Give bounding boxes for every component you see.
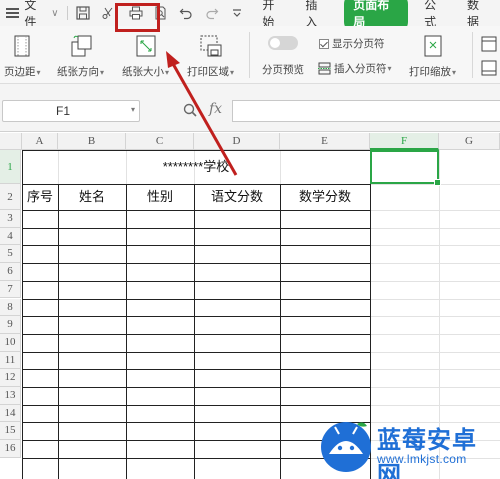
column-header-d[interactable]: D <box>194 133 280 150</box>
header-cell-math-score[interactable]: 数学分数 <box>280 184 370 210</box>
row-header[interactable]: 6 <box>0 263 21 281</box>
table-border <box>22 263 370 265</box>
print-area-button[interactable]: 打印区域▾ <box>187 34 234 79</box>
header-cell-name[interactable]: 姓名 <box>58 184 126 210</box>
row-header[interactable]: 9 <box>0 316 21 334</box>
menu-separator <box>66 6 68 20</box>
row-header[interactable]: 8 <box>0 298 21 317</box>
save-icon[interactable] <box>76 5 91 21</box>
undo-icon[interactable] <box>179 5 194 21</box>
row-header[interactable]: 15 <box>0 422 21 441</box>
more-dropdown-icon[interactable] <box>229 5 244 21</box>
column-header-a[interactable]: A <box>22 133 58 150</box>
orientation-icon <box>71 35 91 57</box>
scissors-icon[interactable] <box>101 5 116 21</box>
row-header[interactable]: 2 <box>0 184 21 210</box>
show-page-breaks-checkbox[interactable]: 显示分页符 <box>319 36 385 51</box>
table-border <box>22 387 370 388</box>
print-titles-icon[interactable] <box>481 36 497 52</box>
table-border <box>22 245 370 247</box>
paper-size-icon <box>136 35 155 57</box>
row-header[interactable]: 4 <box>0 227 21 246</box>
row-header[interactable]: 5 <box>0 245 21 264</box>
paper-size-label: 纸张大小 <box>122 66 164 78</box>
row-header[interactable]: 7 <box>0 280 21 299</box>
ribbon-separator <box>472 32 473 78</box>
select-all-corner[interactable] <box>0 133 22 150</box>
formula-input[interactable] <box>232 100 500 122</box>
margins-button[interactable]: 页边距▾ <box>4 34 41 79</box>
page-break-preview-toggle[interactable] <box>268 36 298 50</box>
checkbox-checked-icon[interactable] <box>319 38 329 49</box>
table-border <box>22 404 370 406</box>
name-box[interactable]: F1 ▾ <box>2 100 140 122</box>
formula-bar: F1 ▾ fx <box>0 84 500 132</box>
header-cell-gender[interactable]: 性别 <box>126 184 194 210</box>
print-scale-label: 打印缩放 <box>409 66 451 78</box>
print-area-label: 打印区域 <box>187 66 229 78</box>
table-border <box>22 316 370 318</box>
column-header-b[interactable]: B <box>58 133 126 150</box>
table-border <box>22 210 370 211</box>
margins-label: 页边距 <box>4 66 36 78</box>
annotation-highlight-box <box>115 3 160 32</box>
menu-bar: 文件 ∨ 开始 插入 页面布局 公式 数据 <box>0 0 500 33</box>
table-border <box>22 351 370 353</box>
name-box-dropdown-icon[interactable]: ▾ <box>131 105 135 114</box>
page-break-preview-label: 分页预览 <box>262 64 304 76</box>
print-scale-icon <box>424 35 441 57</box>
zoom-icon[interactable] <box>183 103 197 117</box>
name-box-value: F1 <box>55 104 70 118</box>
row-header[interactable]: 1 <box>0 150 21 184</box>
active-cell-cursor[interactable] <box>370 150 441 186</box>
margins-icon <box>14 35 30 57</box>
fx-label[interactable]: fx <box>209 101 222 117</box>
table-border <box>22 280 370 282</box>
paper-size-button[interactable]: 纸张大小▾ <box>122 34 169 79</box>
print-area-icon <box>200 35 221 57</box>
watermark: 蓝莓安卓网 www.lmkjst.com <box>315 416 500 479</box>
column-header-c[interactable]: C <box>126 133 194 150</box>
ribbon: 页边距▾ 纸张方向▾ 纸张大小▾ 打印区域▾ 分页预览 显示分页符 插入分页符 ▾… <box>0 26 500 84</box>
file-menu-dropdown-icon[interactable]: ∨ <box>51 8 58 19</box>
print-scale-button[interactable]: 打印缩放▾ <box>409 34 456 79</box>
watermark-logo-icon <box>321 422 371 472</box>
page-break-preview-button[interactable]: 分页预览 <box>262 36 304 77</box>
row-header[interactable]: 12 <box>0 369 21 387</box>
row-header[interactable]: 14 <box>0 404 21 423</box>
insert-page-break-icon <box>318 62 331 75</box>
header-cell-index[interactable]: 序号 <box>22 184 58 210</box>
watermark-name: 蓝莓安卓网 <box>377 426 477 479</box>
table-border <box>22 333 370 335</box>
header-footer-icon[interactable] <box>481 60 497 76</box>
insert-page-break-button[interactable]: 插入分页符 ▾ <box>318 61 392 76</box>
row-header[interactable]: 13 <box>0 387 21 405</box>
hamburger-menu-icon[interactable] <box>6 8 20 18</box>
column-header-f[interactable]: F <box>370 133 439 150</box>
row-header[interactable]: 16 <box>0 440 21 458</box>
ribbon-separator <box>249 32 250 78</box>
row-header[interactable]: 10 <box>0 333 21 352</box>
redo-icon[interactable] <box>204 5 219 21</box>
header-cell-chinese-score[interactable]: 语文分数 <box>194 184 280 210</box>
title-cell[interactable]: ********学校 <box>22 151 370 183</box>
table-border <box>22 227 370 229</box>
show-page-breaks-label: 显示分页符 <box>332 38 385 50</box>
row-header[interactable]: 3 <box>0 210 21 228</box>
table-border <box>22 298 370 300</box>
orientation-label: 纸张方向 <box>57 66 99 78</box>
column-header-e[interactable]: E <box>280 133 370 150</box>
orientation-button[interactable]: 纸张方向▾ <box>57 34 104 79</box>
insert-page-break-label: 插入分页符 <box>334 63 387 75</box>
column-header-g[interactable]: G <box>439 133 500 150</box>
table-border <box>22 369 370 371</box>
row-header[interactable]: 11 <box>0 351 21 370</box>
watermark-url: www.lmkjst.com <box>377 452 467 466</box>
